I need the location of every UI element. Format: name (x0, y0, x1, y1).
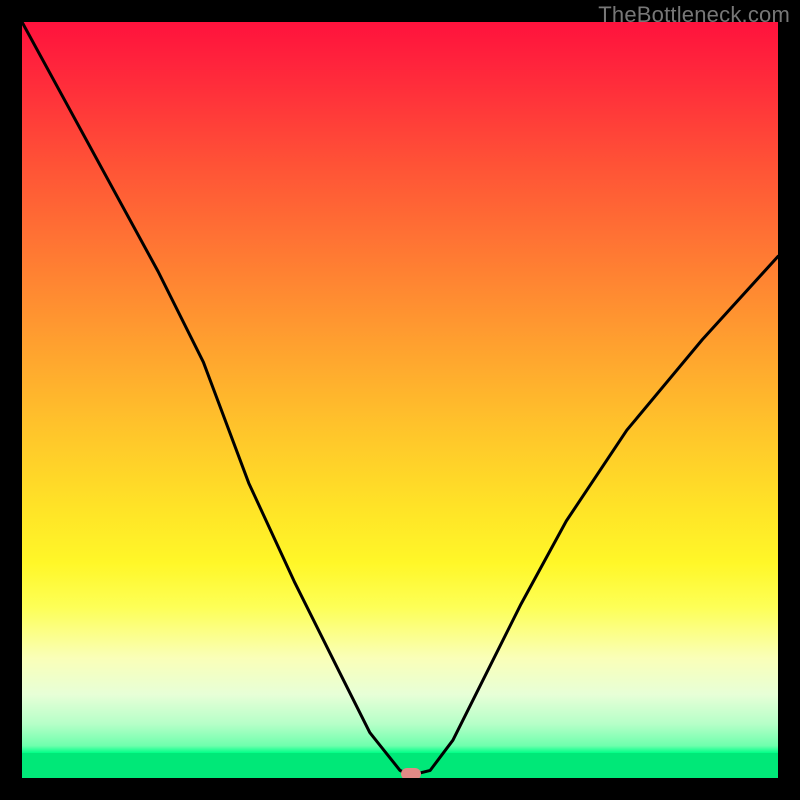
watermark-text: TheBottleneck.com (598, 2, 790, 28)
optimum-marker (401, 768, 421, 778)
plot-area (22, 22, 778, 778)
chart-stage: TheBottleneck.com (0, 0, 800, 800)
bottleneck-curve (22, 22, 778, 778)
